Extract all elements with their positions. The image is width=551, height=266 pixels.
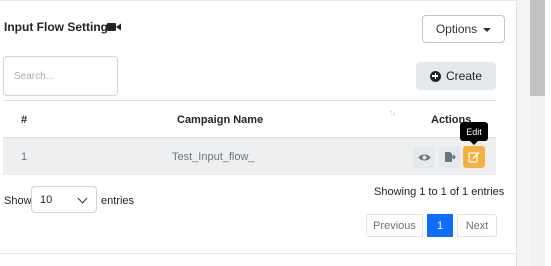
export-file-icon (445, 152, 456, 162)
pagination: Previous 1 Next (366, 214, 497, 237)
page-length-select[interactable]: 10 (31, 186, 97, 213)
show-label: Show (4, 195, 32, 207)
plus-circle-icon (429, 70, 441, 82)
view-button[interactable] (413, 146, 435, 168)
create-label: Create (445, 69, 483, 83)
next-page-button[interactable]: Next (457, 214, 497, 237)
row-campaign-name: Test_Input_flow_ (172, 151, 255, 163)
edit-button[interactable] (463, 146, 485, 168)
chevron-down-icon (77, 193, 88, 204)
search-input[interactable] (3, 56, 118, 96)
scrollbar-track[interactable] (530, 96, 545, 266)
row-number: 1 (21, 151, 28, 163)
content-edge (516, 0, 530, 266)
sort-icon[interactable]: ↑↓ (389, 108, 396, 117)
page-length-value: 10 (40, 193, 53, 206)
entries-label: entries (101, 195, 135, 207)
column-header-number[interactable]: # (21, 114, 27, 126)
table-row: 1 Test_Input_flow_ (3, 137, 496, 175)
options-label: Options (435, 22, 478, 36)
column-header-campaign-name[interactable]: Campaign Name (177, 114, 263, 126)
bottom-divider (0, 253, 516, 254)
eye-icon (418, 154, 430, 160)
table-header: # Campaign Name ↑↓ Actions (3, 100, 496, 137)
options-dropdown-button[interactable]: Options (422, 15, 505, 43)
create-button[interactable]: Create (416, 62, 496, 90)
top-divider (0, 0, 516, 1)
campaign-table: # Campaign Name ↑↓ Actions 1 Test_Input_… (3, 100, 496, 175)
scrollbar-thumb[interactable] (530, 0, 545, 96)
edit-tooltip: Edit (460, 122, 488, 145)
previous-page-button[interactable]: Previous (366, 214, 423, 237)
table-info: Showing 1 to 1 of 1 entries (374, 186, 505, 198)
page-title: Input Flow Settings (4, 20, 115, 34)
export-button[interactable] (439, 146, 461, 168)
caret-down-icon (483, 27, 492, 32)
video-camera-icon[interactable] (107, 22, 121, 32)
page-1-button[interactable]: 1 (427, 214, 453, 237)
edit-icon (468, 151, 480, 163)
page: Input Flow Settings Options Create # Cam… (0, 0, 551, 266)
